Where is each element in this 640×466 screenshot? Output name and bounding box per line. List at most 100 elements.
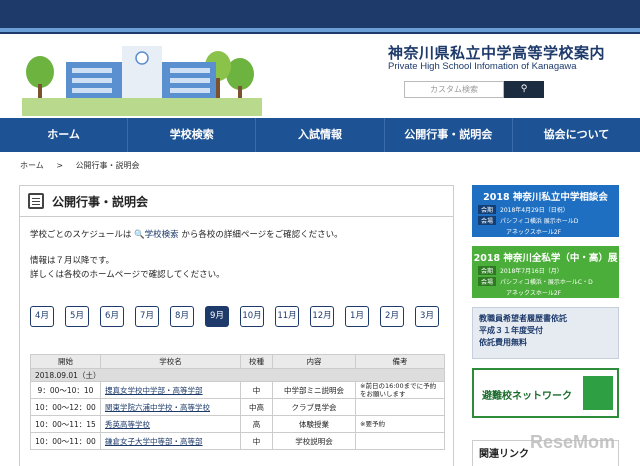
intro-post: から各校の詳細ページをご確認ください。 (181, 230, 343, 240)
banner-venue-2: アネックスホール2F (506, 229, 562, 236)
nav-events[interactable]: 公開行事・説明会 (385, 118, 513, 152)
banner-private-school-fair[interactable]: 2018 神奈川全私学（中・高）展 会期 2018年7月16日（月） 会場 パシフィ… (472, 246, 619, 308)
nav-exam-info[interactable]: 入試情報 (256, 118, 385, 152)
banner-title: 2018 神奈川全私学（中・高）展 (473, 253, 618, 264)
cell-start: 10：00～12：00 (30, 398, 101, 416)
banner-teacher-resume[interactable]: 教職員希望者履歴書依託 平成３１年度受付 依託費用無料 (472, 307, 619, 359)
cell-start: 10：00～11：15 (30, 415, 101, 433)
banner-title: 2018 神奈川私立中学相談会 (483, 192, 608, 203)
nav-school-search[interactable]: 学校検索 (128, 118, 257, 152)
banner-line-1: 教職員希望者履歴書依託 (479, 314, 567, 323)
venue-text: パシフィコ横浜・展示ホールC・D (500, 279, 593, 286)
banner-evacuation-network[interactable]: 避難校ネットワーク (472, 368, 619, 418)
cell-type: 中高 (240, 398, 273, 416)
search-icon: 🔍 (134, 230, 145, 240)
cell-content: クラブ見学会 (272, 398, 356, 416)
cell-note (355, 398, 445, 416)
cell-school-link[interactable]: 関東学院六浦中学校・高等学校 (100, 398, 241, 416)
table-header-row: 開始 学校名 校種 内容 備考 (30, 354, 445, 369)
month-tab-11[interactable]: 11月 (275, 306, 299, 327)
site-subtitle: Private High School Infomation of Kanaga… (388, 61, 577, 72)
col-school: 学校名 (100, 354, 241, 369)
search-input[interactable]: カスタム検索 (404, 81, 504, 98)
col-type: 校種 (240, 354, 273, 369)
cell-note: ※前日の16:00までに予約をお願いします (355, 381, 445, 399)
date-text: 2018年4月29日（日祝） (500, 207, 569, 214)
banner-line-2: 平成３１年度受付 (479, 326, 543, 335)
main-panel: 公開行事・説明会 学校ごとのスケジュールは 🔍学校検索 から各校の詳細ページをご… (19, 185, 454, 466)
banner-junior-consultation[interactable]: 2018 神奈川私立中学相談会 会期 2018年4月29日（日祝） 会場 パシフィコ… (472, 185, 619, 247)
col-start: 開始 (30, 354, 101, 369)
events-table: 開始 学校名 校種 内容 備考 2018.09.01（土） 9：00～10：10… (30, 354, 445, 450)
nav-home[interactable]: ホーム (0, 118, 129, 152)
search-button[interactable]: ⚲ (504, 81, 544, 98)
school-building-illustration (22, 46, 262, 116)
cell-start: 9：00～10：10 (30, 381, 101, 399)
month-tab-1[interactable]: 1月 (345, 306, 369, 327)
nav-about[interactable]: 協会について (513, 118, 640, 152)
date-text: 2018年7月16日（月） (500, 268, 563, 275)
month-tab-8[interactable]: 8月 (170, 306, 194, 327)
venue-tag: 会場 (478, 277, 497, 286)
date-row: 2018.09.01（土） (30, 368, 445, 382)
cell-school-link[interactable]: 鎌倉女子大学中等部・高等部 (100, 432, 241, 450)
banner-line-3: 依託費用無料 (479, 338, 527, 347)
banner-venue: 会場 パシフィコ横浜・展示ホールC・D (478, 277, 619, 286)
table-row: 10：00～12：00 関東学院六浦中学校・高等学校 中高 クラブ見学会 (30, 398, 445, 416)
month-tab-10[interactable]: 10月 (240, 306, 264, 327)
main-nav: ホーム 学校検索 入試情報 公開行事・説明会 協会について (0, 118, 640, 152)
calendar-icon (28, 193, 44, 209)
cell-school-link[interactable]: 秀英高等学校 (100, 415, 241, 433)
site-title[interactable]: 神奈川県私立中学高等学校案内 (388, 42, 605, 63)
top-bar (0, 0, 640, 34)
month-tab-5[interactable]: 5月 (65, 306, 89, 327)
table-row: 10：00～11：00 鎌倉女子大学中等部・高等部 中 学校説明会 (30, 432, 445, 450)
banner-date: 会期 2018年7月16日（月） (478, 266, 619, 275)
watermark: ReseMom (530, 432, 616, 452)
breadcrumb-separator: > (56, 161, 64, 170)
month-tab-4[interactable]: 4月 (30, 306, 54, 327)
month-tab-6[interactable]: 6月 (100, 306, 124, 327)
breadcrumb-current: 公開行事・説明会 (75, 161, 140, 170)
date-tag: 会期 (478, 205, 497, 214)
page-title: 公開行事・説明会 (52, 194, 149, 209)
venue-text: パシフィコ横浜 展示ホールD (500, 218, 579, 225)
venue-tag: 会場 (478, 216, 497, 225)
cell-school-link[interactable]: 捜真女学校中学部・高等学部 (100, 381, 241, 399)
banner-date: 会期 2018年4月29日（日祝） (478, 205, 619, 214)
info-line-1: 情報は７月以降です。 (30, 256, 115, 266)
intro-pre: 学校ごとのスケジュールは (30, 230, 132, 240)
col-notes: 備考 (355, 354, 445, 369)
month-tab-7[interactable]: 7月 (135, 306, 159, 327)
month-tab-9[interactable]: 9月 (205, 306, 229, 327)
month-tabs: 4月 5月 6月 7月 8月 9月 10月 11月 12月 1月 2月 3月 (30, 306, 450, 327)
cell-type: 高 (240, 415, 273, 433)
sidebar: 2018 神奈川私立中学相談会 会期 2018年4月29日（日祝） 会場 パシフィコ… (472, 185, 619, 427)
cell-content: 体験授業 (272, 415, 356, 433)
date-cell: 2018.09.01（土） (30, 368, 445, 382)
month-tab-3[interactable]: 3月 (415, 306, 439, 327)
month-tab-12[interactable]: 12月 (310, 306, 334, 327)
breadcrumb-home[interactable]: ホーム (20, 161, 44, 170)
panel-header: 公開行事・説明会 (20, 186, 453, 217)
cell-type: 中 (240, 381, 273, 399)
cell-content: 中学部ミニ説明会 (272, 381, 356, 399)
header: 神奈川県私立中学高等学校案内 Private High School Infom… (0, 34, 640, 118)
emergency-exit-icon (583, 376, 613, 410)
school-search-link[interactable]: 🔍学校検索 (134, 230, 179, 240)
table-row: 10：00～11：15 秀英高等学校 高 体験授業 ※要予約 (30, 415, 445, 433)
banner-venue-2: アネックスホール2F (506, 290, 562, 297)
info-line-2: 詳しくは各校のホームページで確認してください。 (30, 270, 225, 280)
cell-note (355, 432, 445, 450)
banner-venue: 会場 パシフィコ横浜 展示ホールD (478, 216, 619, 225)
month-tab-2[interactable]: 2月 (380, 306, 404, 327)
breadcrumb: ホーム > 公開行事・説明会 (20, 160, 150, 171)
search-icon: ⚲ (520, 84, 528, 94)
cell-type: 中 (240, 432, 273, 450)
top-stripe (0, 28, 640, 32)
col-content: 内容 (272, 354, 356, 369)
cell-start: 10：00～11：00 (30, 432, 101, 450)
cell-note: ※要予約 (355, 415, 445, 433)
cell-content: 学校説明会 (272, 432, 356, 450)
date-tag: 会期 (478, 266, 497, 275)
